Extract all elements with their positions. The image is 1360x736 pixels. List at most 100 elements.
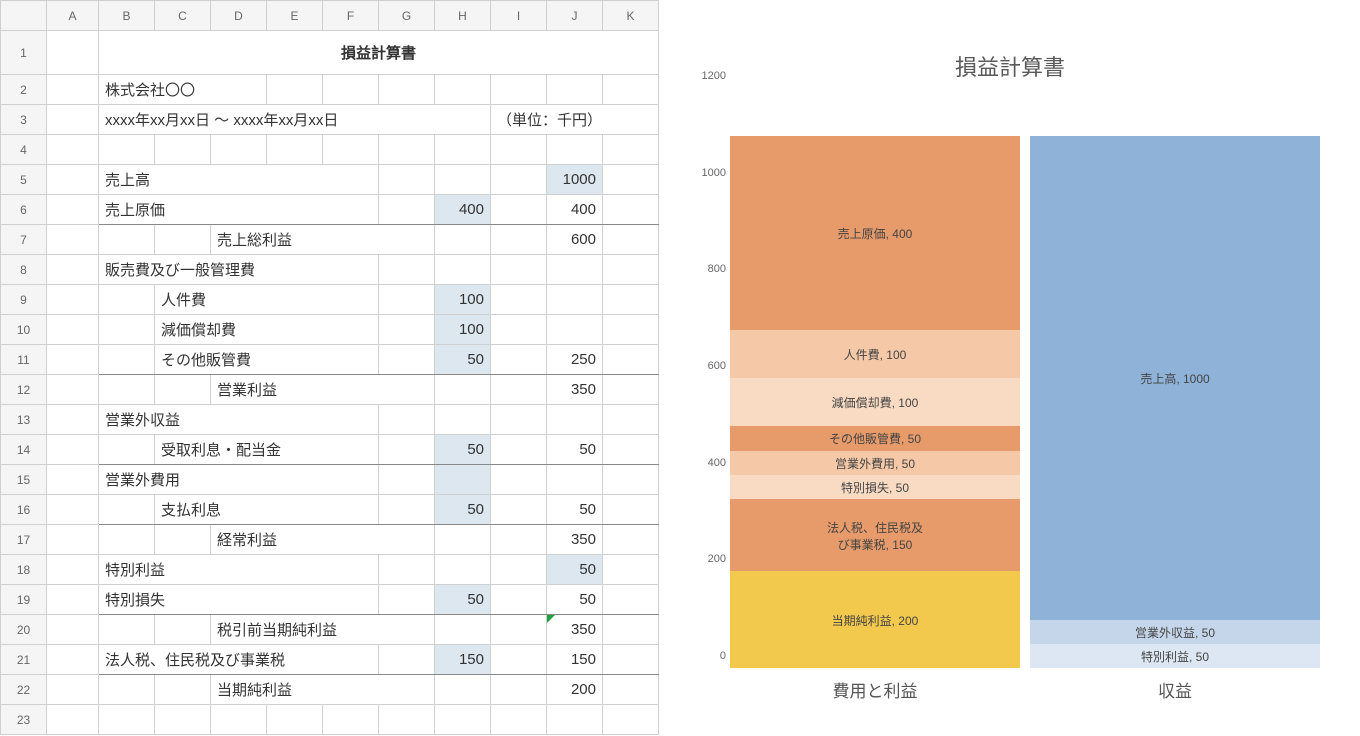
cell-A18[interactable] — [47, 555, 99, 585]
cell-J4[interactable] — [547, 135, 603, 165]
row-header-5[interactable]: 5 — [1, 165, 47, 195]
cell-H4[interactable] — [435, 135, 491, 165]
cell-J13[interactable] — [547, 405, 603, 435]
cell-A3[interactable] — [47, 105, 99, 135]
cell-I7[interactable] — [491, 225, 547, 255]
cell-K2[interactable] — [603, 75, 659, 105]
cell-I15[interactable] — [491, 465, 547, 495]
cell-A11[interactable] — [47, 345, 99, 375]
cell-H13[interactable] — [435, 405, 491, 435]
row-header-19[interactable]: 19 — [1, 585, 47, 615]
cell-B9[interactable] — [99, 285, 155, 315]
cell-D17[interactable]: 経常利益 — [211, 525, 435, 555]
cell-G5[interactable] — [379, 165, 435, 195]
cell-B3[interactable]: xxxx年xx月xx日 ～ xxxx年xx月xx日 — [99, 105, 491, 135]
cell-I19[interactable] — [491, 585, 547, 615]
cell-F23[interactable] — [323, 705, 379, 735]
cell-I8[interactable] — [491, 255, 547, 285]
cell-J16[interactable]: 50 — [547, 495, 603, 525]
cell-K14[interactable] — [603, 435, 659, 465]
cell-K8[interactable] — [603, 255, 659, 285]
cell-A21[interactable] — [47, 645, 99, 675]
row-header-10[interactable]: 10 — [1, 315, 47, 345]
column-header-E[interactable]: E — [267, 1, 323, 31]
cell-A1[interactable] — [47, 31, 99, 75]
cell-J6[interactable]: 400 — [547, 195, 603, 225]
cell-H8[interactable] — [435, 255, 491, 285]
cell-A13[interactable] — [47, 405, 99, 435]
cell-H7[interactable] — [435, 225, 491, 255]
cell-J18[interactable]: 50 — [547, 555, 603, 585]
cell-B18[interactable]: 特別利益 — [99, 555, 379, 585]
cell-H23[interactable] — [435, 705, 491, 735]
cell-C23[interactable] — [155, 705, 211, 735]
cell-B1[interactable]: 損益計算書 — [99, 31, 659, 75]
cell-B15[interactable]: 営業外費用 — [99, 465, 379, 495]
column-header-D[interactable]: D — [211, 1, 267, 31]
column-header-H[interactable]: H — [435, 1, 491, 31]
cell-B23[interactable] — [99, 705, 155, 735]
cell-G13[interactable] — [379, 405, 435, 435]
cell-B4[interactable] — [99, 135, 155, 165]
cell-G11[interactable] — [379, 345, 435, 375]
cell-E2[interactable] — [267, 75, 323, 105]
cell-B11[interactable] — [99, 345, 155, 375]
row-header-3[interactable]: 3 — [1, 105, 47, 135]
row-header-20[interactable]: 20 — [1, 615, 47, 645]
cell-G21[interactable] — [379, 645, 435, 675]
cell-A9[interactable] — [47, 285, 99, 315]
cell-I18[interactable] — [491, 555, 547, 585]
cell-K23[interactable] — [603, 705, 659, 735]
cell-C12[interactable] — [155, 375, 211, 405]
column-header-J[interactable]: J — [547, 1, 603, 31]
cell-C11[interactable]: その他販管費 — [155, 345, 379, 375]
cell-C14[interactable]: 受取利息・配当金 — [155, 435, 379, 465]
cell-G23[interactable] — [379, 705, 435, 735]
row-header-16[interactable]: 16 — [1, 495, 47, 525]
row-header-7[interactable]: 7 — [1, 225, 47, 255]
cell-G19[interactable] — [379, 585, 435, 615]
cell-H19[interactable]: 50 — [435, 585, 491, 615]
cell-J9[interactable] — [547, 285, 603, 315]
cell-D4[interactable] — [211, 135, 267, 165]
cell-H16[interactable]: 50 — [435, 495, 491, 525]
row-header-8[interactable]: 8 — [1, 255, 47, 285]
cell-J14[interactable]: 50 — [547, 435, 603, 465]
cell-J20[interactable]: 350 — [547, 615, 603, 645]
cell-A17[interactable] — [47, 525, 99, 555]
cell-E4[interactable] — [267, 135, 323, 165]
cell-B20[interactable] — [99, 615, 155, 645]
grid[interactable]: ABCDEFGHIJK 1損益計算書2株式会社〇〇3xxxx年xx月xx日 ～ … — [0, 0, 659, 735]
cell-A14[interactable] — [47, 435, 99, 465]
row-header-23[interactable]: 23 — [1, 705, 47, 735]
cell-J5[interactable]: 1000 — [547, 165, 603, 195]
cell-K22[interactable] — [603, 675, 659, 705]
cell-G6[interactable] — [379, 195, 435, 225]
row-header-18[interactable]: 18 — [1, 555, 47, 585]
cell-B7[interactable] — [99, 225, 155, 255]
column-header-K[interactable]: K — [603, 1, 659, 31]
cell-H20[interactable] — [435, 615, 491, 645]
row-header-6[interactable]: 6 — [1, 195, 47, 225]
cell-K6[interactable] — [603, 195, 659, 225]
select-all-corner[interactable] — [1, 1, 47, 31]
row-header-15[interactable]: 15 — [1, 465, 47, 495]
column-header-I[interactable]: I — [491, 1, 547, 31]
cell-A16[interactable] — [47, 495, 99, 525]
cell-F4[interactable] — [323, 135, 379, 165]
cell-H21[interactable]: 150 — [435, 645, 491, 675]
cell-I16[interactable] — [491, 495, 547, 525]
cell-H11[interactable]: 50 — [435, 345, 491, 375]
row-header-17[interactable]: 17 — [1, 525, 47, 555]
cell-K5[interactable] — [603, 165, 659, 195]
cell-B5[interactable]: 売上高 — [99, 165, 379, 195]
cell-G2[interactable] — [379, 75, 435, 105]
cell-H18[interactable] — [435, 555, 491, 585]
cell-B12[interactable] — [99, 375, 155, 405]
cell-A5[interactable] — [47, 165, 99, 195]
spreadsheet[interactable]: ABCDEFGHIJK 1損益計算書2株式会社〇〇3xxxx年xx月xx日 ～ … — [0, 0, 680, 736]
cell-J15[interactable] — [547, 465, 603, 495]
cell-I23[interactable] — [491, 705, 547, 735]
cell-G4[interactable] — [379, 135, 435, 165]
row-header-14[interactable]: 14 — [1, 435, 47, 465]
